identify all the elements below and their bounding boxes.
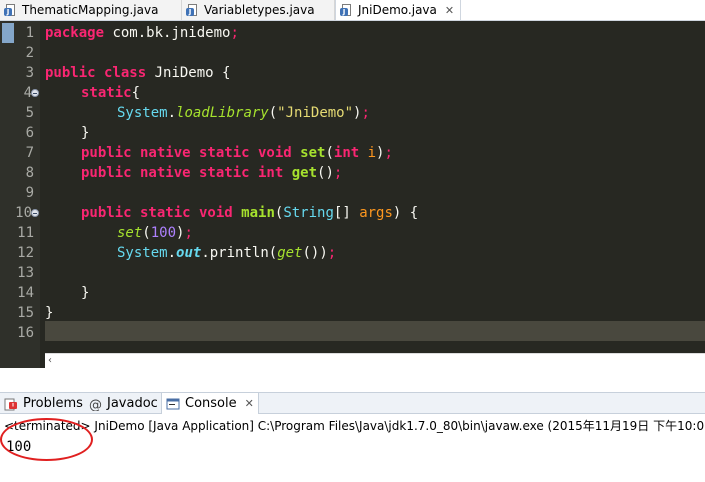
tab-problems[interactable]: Problems: [0, 393, 83, 414]
line-number: 11: [17, 225, 34, 241]
tab-label: ThematicMapping.java: [22, 3, 159, 17]
line-number: 14: [17, 285, 34, 301]
code-line-3: public class JniDemo {: [45, 65, 231, 81]
tab-jnidemo[interactable]: J JniDemo.java ✕: [335, 0, 461, 20]
close-icon[interactable]: ✕: [245, 397, 254, 410]
code-line-14: }: [81, 285, 90, 301]
code-line-5: System.loadLibrary("JniDemo");: [117, 105, 370, 121]
tab-variabletypes[interactable]: J Variabletypes.java: [182, 0, 335, 20]
console-status: <terminated> JniDemo [Java Application] …: [4, 419, 705, 433]
tab-label: JniDemo.java: [358, 3, 437, 17]
editor-tab-bar: J ThematicMapping.java J Variabletypes.j…: [0, 0, 705, 21]
svg-text:@: @: [89, 398, 102, 411]
tab-label: Problems: [23, 396, 83, 411]
current-line-highlight: [45, 321, 705, 341]
javadoc-icon: @: [88, 397, 102, 413]
tab-label: Variabletypes.java: [204, 3, 315, 17]
line-number: 13: [17, 265, 34, 281]
line-number: 7: [25, 145, 34, 161]
code-editor[interactable]: 1 2 3 4 5 6 7 8 9 10 11 12 13 14 15 16 p…: [0, 21, 705, 368]
code-line-7: public native static void set(int i);: [81, 145, 393, 161]
code-line-1: package com.bk.jnidemo;: [45, 25, 239, 41]
tab-console[interactable]: Console ✕: [161, 393, 259, 414]
line-number: 12: [17, 245, 34, 261]
line-number: 16: [17, 325, 34, 341]
line-number: 2: [25, 45, 34, 61]
fold-minus-icon[interactable]: [31, 209, 39, 217]
line-number: 6: [25, 125, 34, 141]
console-view[interactable]: <terminated> JniDemo [Java Application] …: [0, 414, 705, 482]
line-number: 8: [25, 165, 34, 181]
close-icon[interactable]: ✕: [445, 4, 454, 17]
tab-javadoc[interactable]: @ Javadoc: [84, 393, 160, 414]
java-file-icon: J: [4, 3, 17, 17]
line-number: 3: [25, 65, 34, 81]
view-tab-bar: Problems @ Javadoc Console ✕: [0, 392, 705, 414]
problems-icon: [4, 397, 18, 411]
code-line-4: static{: [81, 85, 141, 101]
line-number: 10: [15, 205, 32, 221]
fold-minus-icon[interactable]: [31, 89, 39, 97]
line-number: 5: [25, 105, 34, 121]
tab-label: Javadoc: [107, 396, 158, 411]
java-file-icon: J: [186, 3, 199, 17]
line-number: 1: [25, 25, 34, 41]
tab-label: Console: [185, 396, 237, 411]
line-marker: [2, 23, 14, 43]
highlight-annotation: [0, 418, 93, 461]
scroll-left-icon[interactable]: ‹: [48, 354, 52, 368]
java-file-icon: J: [340, 3, 353, 17]
code-line-12: System.out.println(get());: [117, 245, 337, 261]
horizontal-scrollbar[interactable]: ‹: [45, 353, 705, 368]
code-line-8: public native static int get();: [81, 165, 343, 181]
code-line-11: set(100);: [117, 225, 193, 241]
tab-thematicmapping[interactable]: J ThematicMapping.java: [0, 0, 182, 20]
line-number-gutter: 1 2 3 4 5 6 7 8 9 10 11 12 13 14 15 16: [0, 21, 40, 368]
code-line-10: public static void main(String[] args) {: [81, 205, 419, 221]
code-line-15: }: [45, 305, 54, 321]
line-number: 15: [17, 305, 34, 321]
line-number: 9: [25, 185, 34, 201]
code-line-6: }: [81, 125, 90, 141]
console-icon: [166, 397, 180, 411]
